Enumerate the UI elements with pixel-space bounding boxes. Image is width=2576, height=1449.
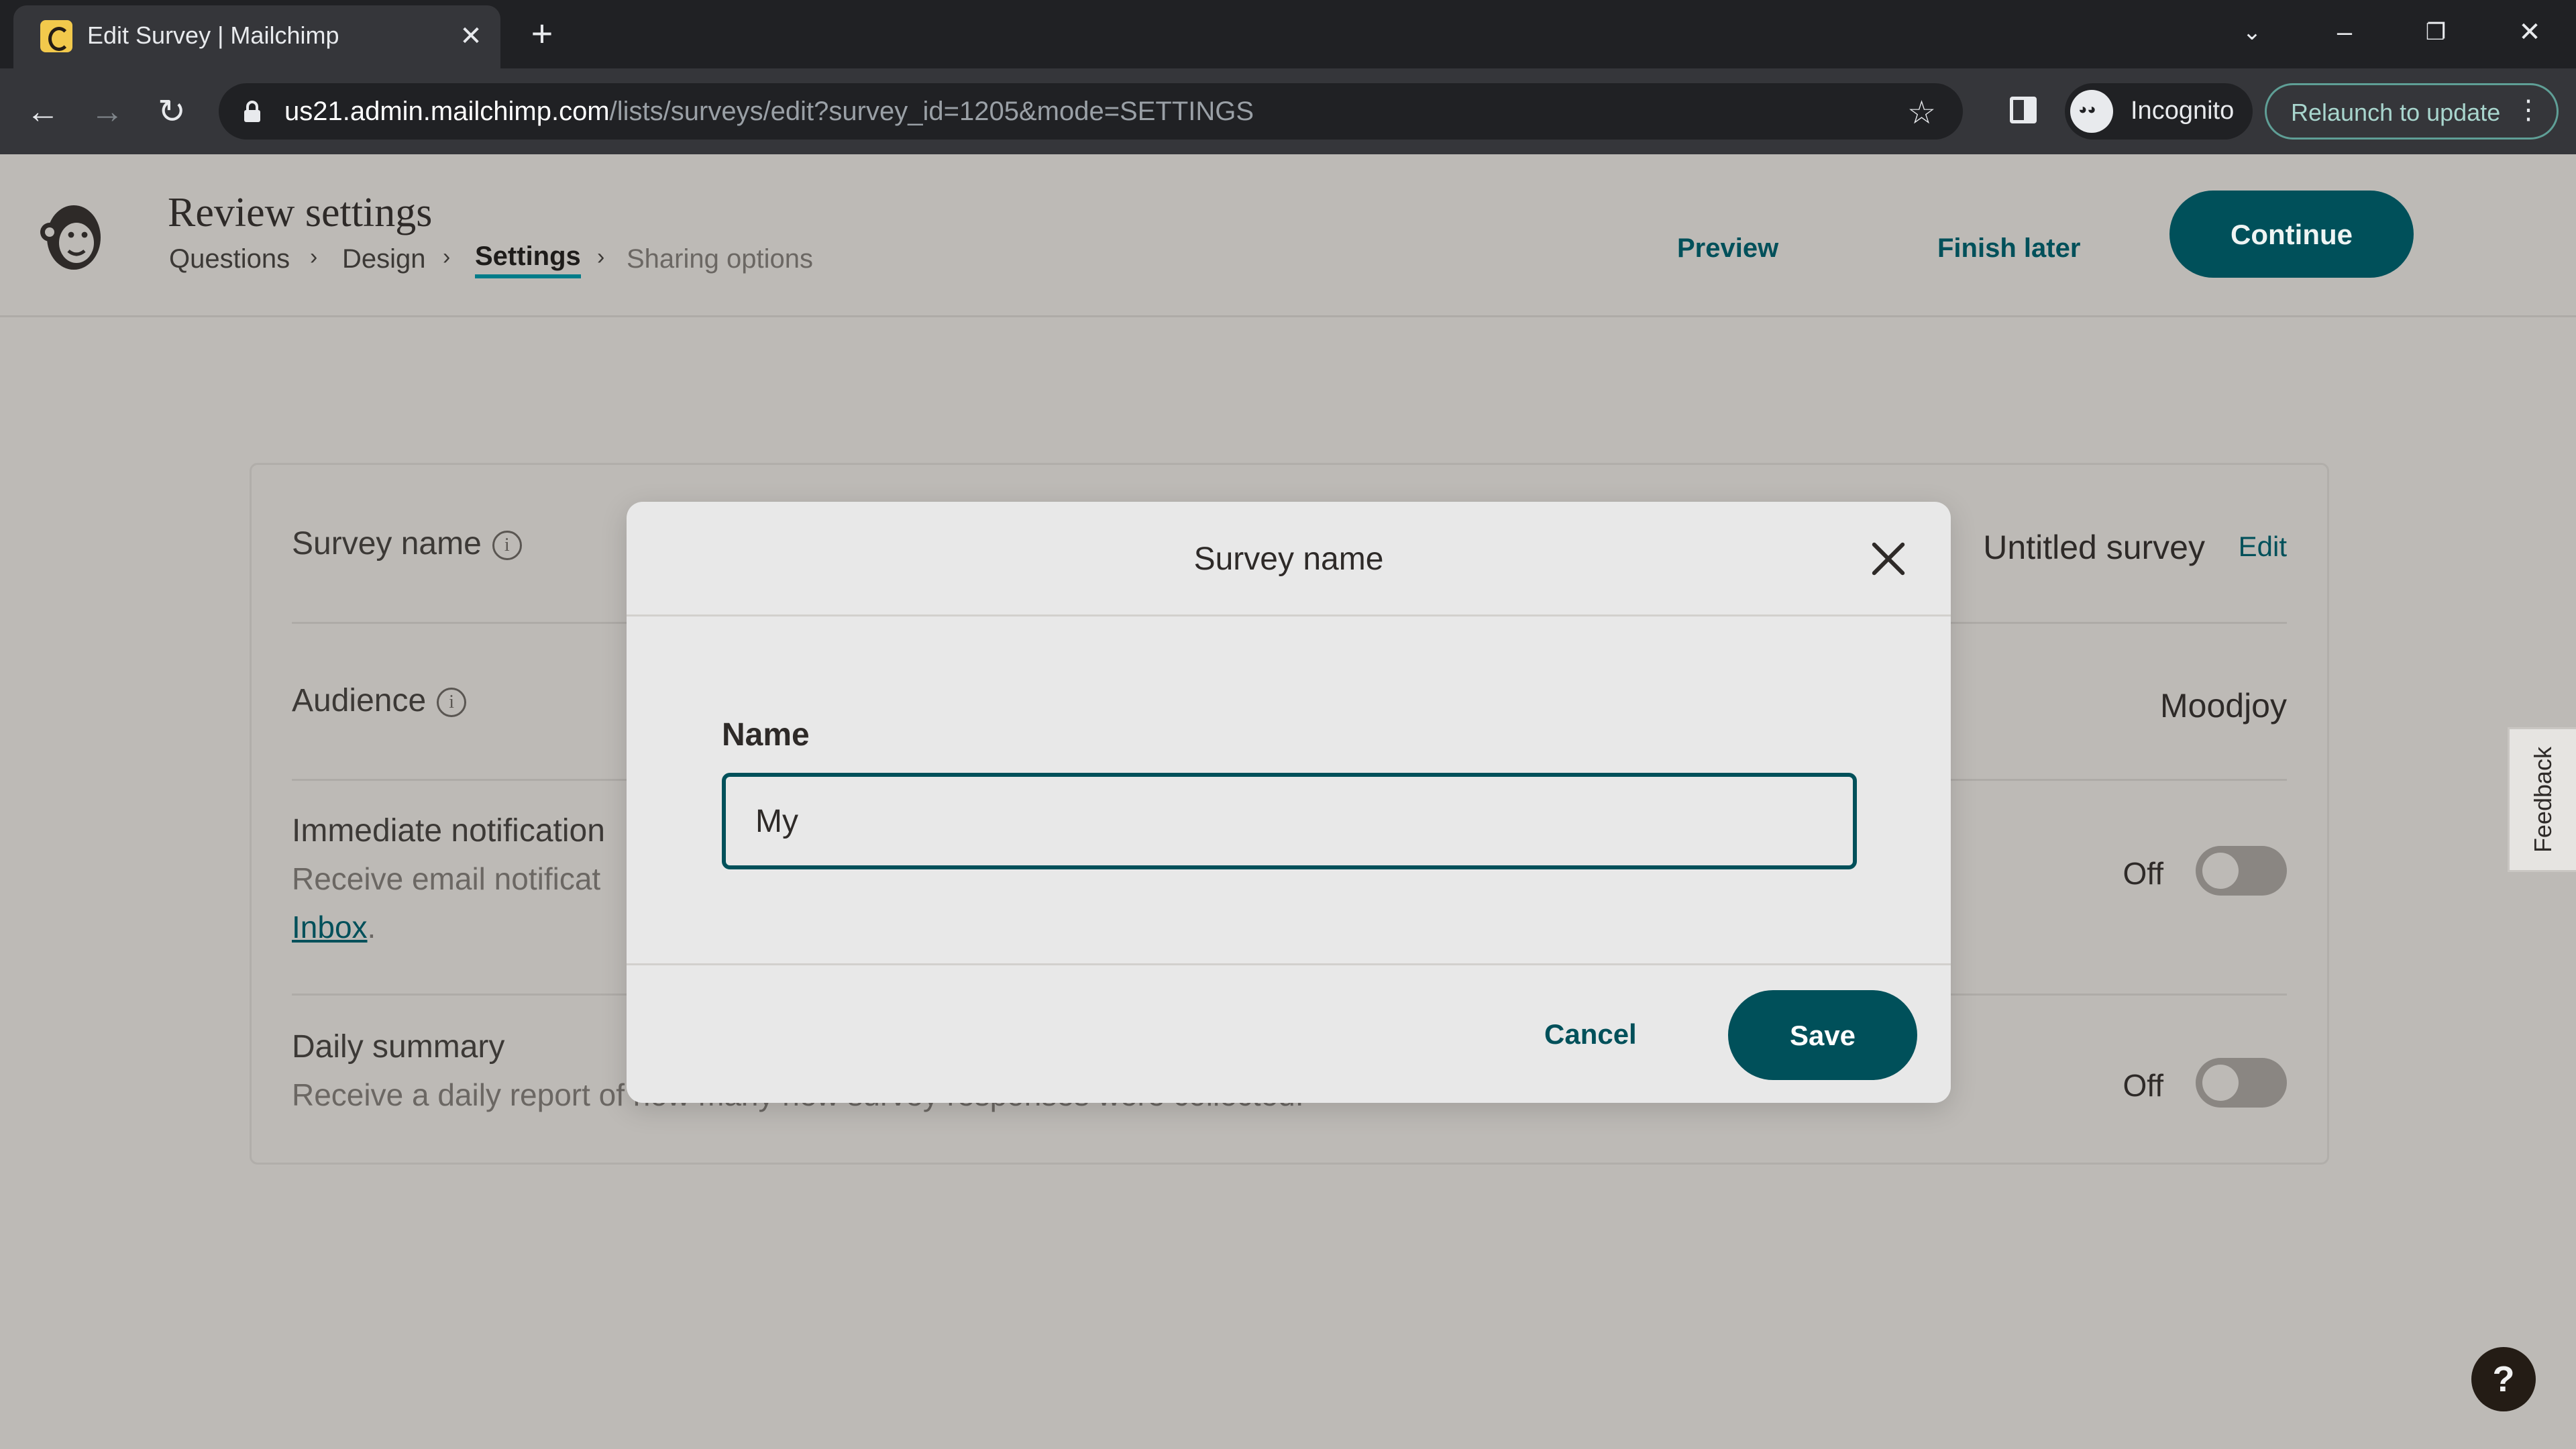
- breadcrumb-settings[interactable]: Settings: [475, 241, 581, 278]
- feedback-label: Feedback: [2528, 746, 2557, 853]
- incognito-label: Incognito: [2131, 97, 2235, 125]
- daily-summary-toggle[interactable]: [2196, 1058, 2287, 1108]
- save-label: Save: [1789, 1020, 1856, 1051]
- continue-label: Continue: [2231, 219, 2353, 250]
- audience-value: Moodjoy: [2160, 687, 2287, 724]
- survey-name-value: Untitled survey: [1983, 529, 2205, 566]
- feedback-tab[interactable]: Feedback: [2508, 727, 2576, 872]
- immediate-notifications-toggle[interactable]: [2196, 846, 2287, 896]
- reload-icon[interactable]: ↻: [149, 89, 195, 134]
- browser-toolbar: ← → ↻ us21.admin.mailchimp.com/lists/sur…: [0, 68, 2576, 154]
- breadcrumb-sharing-options[interactable]: Sharing options: [627, 244, 813, 274]
- audience-label: Audience i: [292, 682, 467, 719]
- incognito-icon: [2070, 90, 2113, 133]
- relaunch-label: Relaunch to update: [2291, 99, 2501, 126]
- inbox-link[interactable]: Inbox: [292, 910, 368, 945]
- dialog-title: Survey name: [1193, 541, 1384, 577]
- survey-name-input[interactable]: [722, 773, 1857, 869]
- mailchimp-favicon-icon: [40, 20, 72, 52]
- survey-name-dialog: Survey name Name Cancel Save: [627, 502, 1951, 1103]
- incognito-indicator[interactable]: Incognito: [2065, 83, 2253, 140]
- name-field-label: Name: [722, 717, 810, 753]
- breadcrumb-design[interactable]: Design: [342, 244, 426, 274]
- tab-search-icon[interactable]: ⌄: [2229, 12, 2275, 52]
- page-title: Review settings: [168, 190, 433, 235]
- continue-button[interactable]: Continue: [2169, 191, 2414, 278]
- immediate-notifications-state: Off: [2123, 856, 2163, 891]
- finish-later-button[interactable]: Finish later: [1937, 233, 2080, 264]
- new-tab-button[interactable]: +: [522, 15, 562, 55]
- save-button[interactable]: Save: [1728, 990, 1917, 1080]
- immediate-notifications-label: Immediate notification: [292, 813, 605, 849]
- browser-tabstrip: Edit Survey | Mailchimp ✕ + ⌄ – ❐ ✕: [0, 0, 2576, 68]
- close-icon[interactable]: [1865, 535, 1912, 582]
- breadcrumb-questions[interactable]: Questions: [169, 244, 290, 274]
- immediate-notifications-link-line: Inbox.: [292, 910, 376, 945]
- dialog-footer-divider: [627, 963, 1951, 965]
- survey-name-label: Survey name i: [292, 525, 522, 562]
- tab-close-icon[interactable]: ✕: [453, 19, 488, 54]
- help-button[interactable]: ?: [2471, 1347, 2536, 1411]
- survey-editor-header: Review settings Questions › Design › Set…: [0, 154, 2576, 317]
- minimize-icon[interactable]: –: [2321, 12, 2368, 52]
- cancel-button[interactable]: Cancel: [1544, 1018, 1637, 1051]
- url-text[interactable]: us21.admin.mailchimp.com/lists/surveys/e…: [284, 97, 1254, 127]
- daily-summary-state: Off: [2123, 1068, 2163, 1103]
- restore-icon[interactable]: ❐: [2412, 12, 2459, 52]
- address-bar[interactable]: us21.admin.mailchimp.com/lists/surveys/e…: [219, 83, 1963, 140]
- immediate-notifications-description: Receive email notificat: [292, 861, 601, 896]
- chevron-right-icon: ›: [443, 244, 451, 270]
- window-close-icon[interactable]: ✕: [2506, 12, 2553, 52]
- browser-tab[interactable]: Edit Survey | Mailchimp ✕: [13, 5, 500, 68]
- chevron-right-icon: ›: [597, 244, 605, 270]
- dialog-header: Survey name: [627, 502, 1951, 616]
- chevron-right-icon: ›: [310, 244, 318, 270]
- edit-survey-name-link[interactable]: Edit: [2239, 531, 2287, 563]
- preview-button[interactable]: Preview: [1677, 233, 1778, 264]
- info-icon[interactable]: i: [437, 688, 467, 718]
- back-icon[interactable]: ←: [20, 89, 66, 134]
- forward-icon[interactable]: →: [85, 89, 130, 134]
- info-icon[interactable]: i: [492, 531, 522, 561]
- browser-menu-icon[interactable]: ⋮: [2515, 95, 2542, 125]
- relaunch-to-update-button[interactable]: Relaunch to update ⋮: [2265, 83, 2559, 140]
- tab-title: Edit Survey | Mailchimp: [87, 21, 339, 49]
- lock-icon: [244, 101, 260, 122]
- bookmark-star-icon[interactable]: ☆: [1907, 94, 1936, 131]
- mailchimp-logo-icon: [40, 205, 101, 270]
- daily-summary-label: Daily summary: [292, 1029, 505, 1065]
- side-panel-icon[interactable]: [2010, 97, 2037, 123]
